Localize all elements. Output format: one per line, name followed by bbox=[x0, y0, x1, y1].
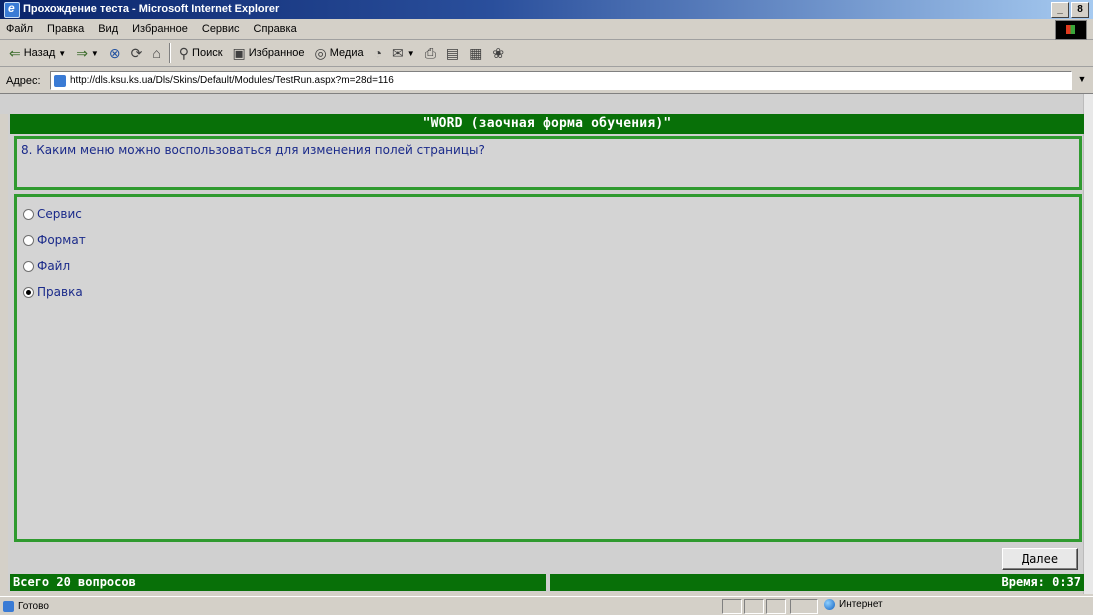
edit-button[interactable]: ▤ bbox=[441, 42, 464, 64]
favorites-icon: ▣ bbox=[232, 45, 246, 61]
next-button[interactable]: Далее bbox=[1002, 548, 1078, 570]
status-cell bbox=[790, 599, 818, 614]
menu-favorites[interactable]: Избранное bbox=[125, 23, 195, 35]
status-text: Готово bbox=[18, 600, 49, 612]
answer-option[interactable]: Файл bbox=[23, 259, 70, 273]
toolbar-separator bbox=[168, 43, 171, 63]
discuss-icon: ▦ bbox=[469, 45, 483, 61]
address-input[interactable]: http://dls.ksu.ks.ua/Dls/Skins/Default/M… bbox=[50, 71, 1072, 90]
home-icon: ⌂ bbox=[152, 45, 161, 61]
toolbar: ⇐ Назад ▼ ⇒ ▼ ⊗ ⟳ ⌂ ⚲ Поиск ▣ Избранное … bbox=[0, 40, 1093, 67]
security-zone: Интернет bbox=[824, 599, 883, 610]
mail-button[interactable]: ✉ ▼ bbox=[387, 42, 420, 64]
answer-option[interactable]: Формат bbox=[23, 233, 86, 247]
answer-label: Сервис bbox=[37, 207, 82, 221]
radio-button-selected[interactable] bbox=[23, 286, 34, 298]
refresh-icon: ⟳ bbox=[130, 45, 143, 61]
radio-button[interactable] bbox=[23, 234, 34, 246]
address-url: http://dls.ksu.ks.ua/Dls/Skins/Default/M… bbox=[70, 75, 394, 86]
chevron-down-icon[interactable]: ▼ bbox=[407, 49, 415, 58]
answer-label: Правка bbox=[37, 285, 83, 299]
radio-button[interactable] bbox=[23, 260, 34, 272]
favorites-label: Избранное bbox=[248, 47, 305, 59]
ie-icon[interactable] bbox=[4, 1, 20, 18]
answer-option[interactable]: Сервис bbox=[23, 207, 82, 221]
menu-bar: Файл Правка Вид Избранное Сервис Справка bbox=[0, 19, 1093, 40]
page-background bbox=[0, 94, 1093, 114]
radio-button[interactable] bbox=[23, 208, 34, 220]
home-button[interactable]: ⌂ bbox=[147, 42, 165, 64]
test-title: "WORD (заочная форма обучения)" bbox=[10, 114, 1084, 134]
menu-file[interactable]: Файл bbox=[0, 23, 40, 35]
messenger-button[interactable]: ❀ bbox=[487, 42, 509, 64]
search-icon: ⚲ bbox=[178, 45, 190, 61]
windows-logo-icon bbox=[1055, 20, 1087, 40]
refresh-button[interactable]: ⟳ bbox=[126, 42, 148, 64]
menu-tools[interactable]: Сервис bbox=[195, 23, 247, 35]
status-cell bbox=[744, 599, 764, 614]
media-icon: ◎ bbox=[314, 45, 327, 61]
discuss-button[interactable]: ▦ bbox=[464, 42, 487, 64]
back-arrow-icon: ⇐ bbox=[9, 45, 21, 61]
timer: Время: 0:37 bbox=[550, 574, 1084, 591]
print-button[interactable]: ⎙ bbox=[420, 42, 441, 64]
status-cell bbox=[766, 599, 786, 614]
favorites-button[interactable]: ▣ Избранное bbox=[228, 42, 310, 64]
answers-box: Сервис Формат Файл Правка bbox=[14, 194, 1082, 542]
answer-label: Файл bbox=[37, 259, 71, 273]
total-questions: Всего 20 вопросов bbox=[10, 574, 546, 591]
chevron-down-icon[interactable]: ▼ bbox=[1075, 74, 1089, 89]
address-bar: Адрес: http://dls.ksu.ks.ua/Dls/Skins/De… bbox=[0, 68, 1093, 94]
page-icon bbox=[3, 600, 14, 612]
forward-button[interactable]: ⇒ ▼ bbox=[71, 42, 104, 64]
page-icon bbox=[54, 74, 66, 87]
messenger-icon: ❀ bbox=[492, 45, 505, 61]
address-label: Адрес: bbox=[6, 74, 41, 87]
menu-help[interactable]: Справка bbox=[247, 23, 304, 35]
window-controls: _ 8 bbox=[1051, 2, 1089, 18]
chevron-down-icon[interactable]: ▼ bbox=[91, 49, 99, 58]
answer-option[interactable]: Правка bbox=[23, 285, 83, 299]
media-label: Медиа bbox=[329, 47, 364, 59]
minimize-button[interactable]: _ bbox=[1051, 2, 1069, 18]
window-title: Прохождение теста - Microsoft Internet E… bbox=[23, 3, 280, 15]
edit-icon: ▤ bbox=[445, 45, 460, 61]
title-bar: Прохождение теста - Microsoft Internet E… bbox=[0, 0, 1093, 19]
maximize-button[interactable]: 8 bbox=[1071, 2, 1089, 18]
back-button[interactable]: ⇐ Назад ▼ bbox=[4, 42, 71, 64]
stop-icon: ⊗ bbox=[108, 45, 121, 61]
globe-icon bbox=[824, 599, 835, 610]
zone-label: Интернет bbox=[839, 599, 883, 610]
chevron-down-icon[interactable]: ▼ bbox=[58, 49, 66, 58]
answer-label: Формат bbox=[37, 233, 86, 247]
stop-button[interactable]: ⊗ bbox=[104, 42, 126, 64]
print-icon: ⎙ bbox=[424, 45, 436, 61]
question-text: 8. Каким меню можно воспользоваться для … bbox=[21, 143, 485, 157]
scrollbar[interactable] bbox=[1083, 94, 1093, 594]
status-cell bbox=[722, 599, 742, 614]
search-button[interactable]: ⚲ Поиск bbox=[174, 42, 228, 64]
forward-arrow-icon: ⇒ bbox=[76, 45, 88, 61]
menu-edit[interactable]: Правка bbox=[40, 23, 91, 35]
back-label: Назад bbox=[23, 47, 56, 59]
history-button[interactable]: ◔ bbox=[369, 42, 387, 64]
question-box: 8. Каким меню можно воспользоваться для … bbox=[14, 136, 1082, 190]
media-button[interactable]: ◎ Медиа bbox=[310, 42, 369, 64]
mail-icon: ✉ bbox=[392, 45, 404, 61]
menu-view[interactable]: Вид bbox=[91, 23, 125, 35]
history-icon: ◔ bbox=[373, 45, 383, 61]
search-label: Поиск bbox=[192, 47, 223, 59]
status-bar: Готово Интернет bbox=[0, 596, 1093, 615]
